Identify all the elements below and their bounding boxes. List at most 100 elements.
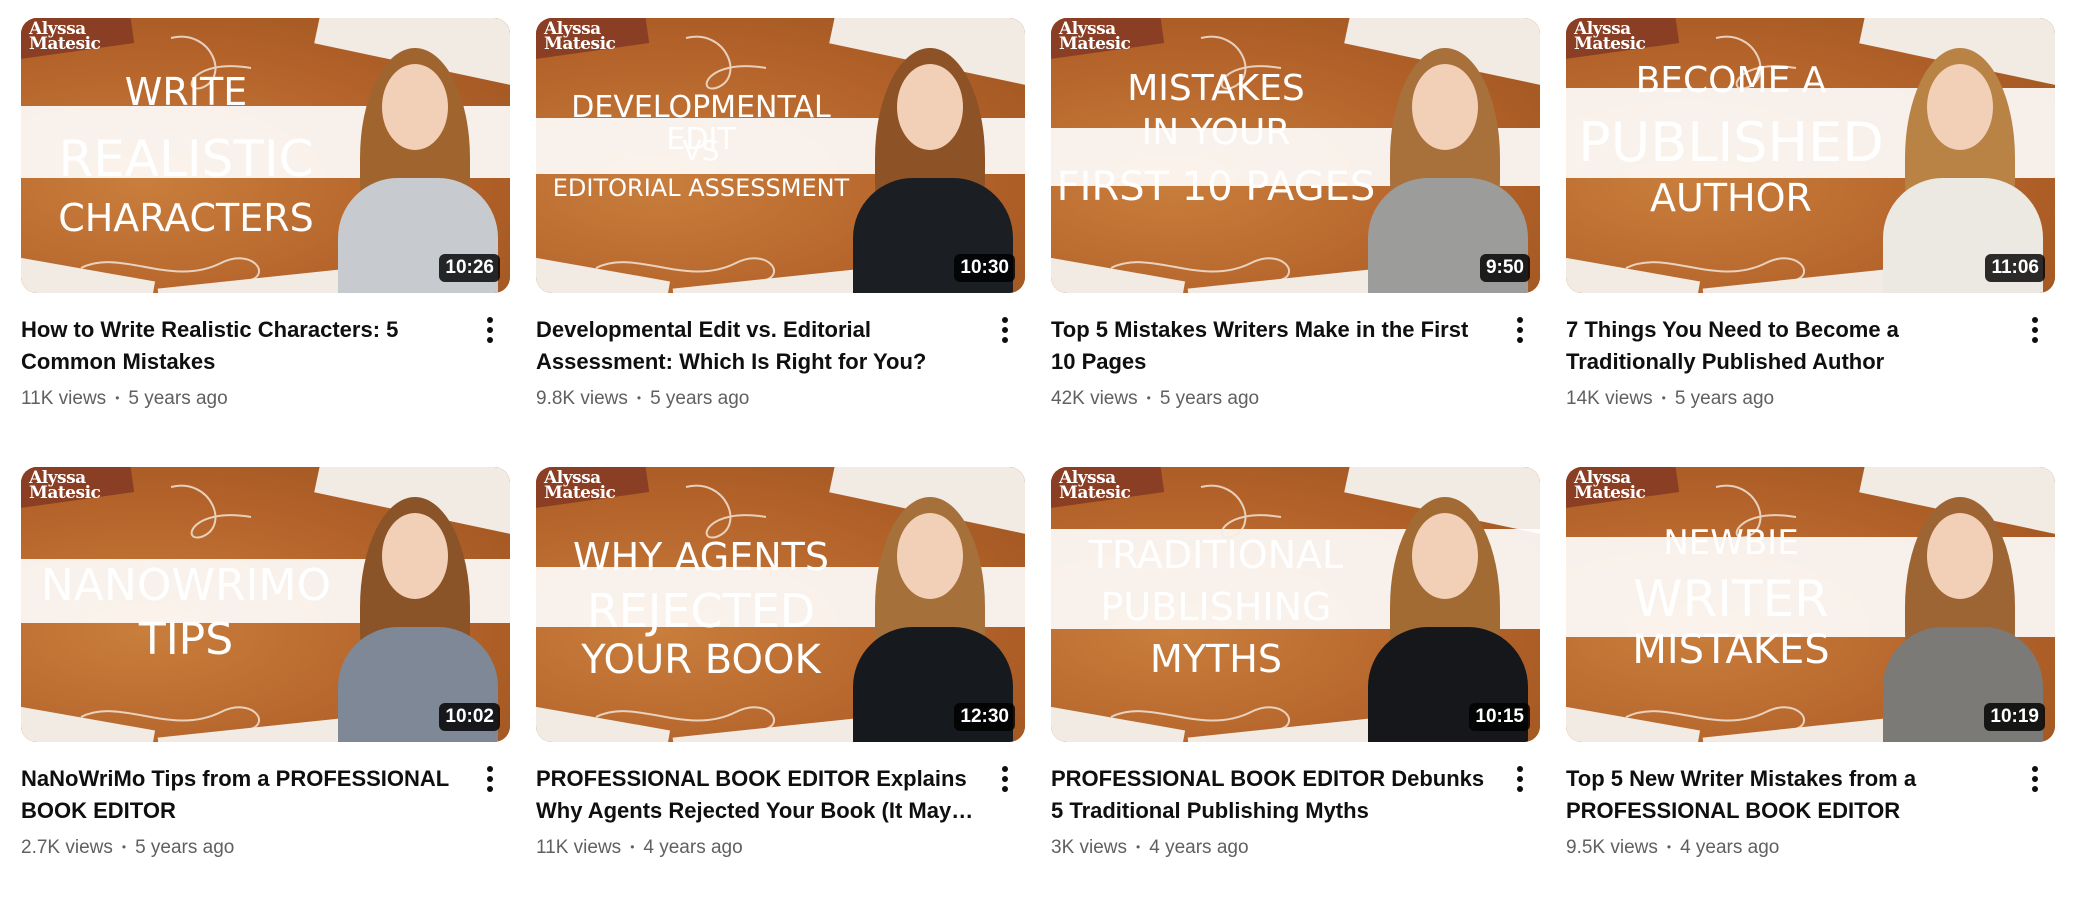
video-stats: 2.7K views • 5 years ago (21, 835, 466, 860)
upload-age: 4 years ago (643, 837, 743, 858)
more-vert-icon[interactable] (989, 763, 1021, 795)
video-thumbnail[interactable]: Alyssa Matesic WHY AGENTS REJECTED YOUR BO… (536, 467, 1025, 742)
video-card[interactable]: Alyssa Matesic TRADITIONAL PUBLISHING MYTH… (1051, 467, 1540, 897)
separator-dot: • (1136, 840, 1141, 854)
view-count: 14K views (1566, 388, 1653, 409)
video-thumbnail[interactable]: Alyssa Matesic NEWBIE WRITER MISTAKES 10:1… (1566, 467, 2055, 742)
video-stats: 11K views • 5 years ago (21, 386, 466, 411)
video-title[interactable]: PROFESSIONAL BOOK EDITOR Debunks 5 Tradi… (1051, 763, 1496, 827)
video-thumbnail[interactable]: Alyssa Matesic DEVELOPMENTAL EDIT VS EDITO… (536, 18, 1025, 293)
separator-dot: • (630, 840, 635, 854)
video-title[interactable]: 7 Things You Need to Become a Traditiona… (1566, 314, 2011, 378)
thumbnail-headline: BECOME A PUBLISHED AUTHOR (1566, 18, 1896, 293)
headline-line: WRITE (124, 70, 248, 114)
video-card[interactable]: Alyssa Matesic BECOME A PUBLISHED AUTHOR 1… (1566, 18, 2055, 448)
video-thumbnail[interactable]: Alyssa Matesic MISTAKES IN YOUR FIRST 10 P… (1051, 18, 1540, 293)
video-title[interactable]: Developmental Edit vs. Editorial Assessm… (536, 314, 981, 378)
video-thumbnail[interactable]: Alyssa Matesic TRADITIONAL PUBLISHING MYTH… (1051, 467, 1540, 742)
headline-line: PUBLISHING (1100, 585, 1332, 629)
headline-line: REJECTED (586, 584, 816, 638)
video-thumbnail[interactable]: Alyssa Matesic BECOME A PUBLISHED AUTHOR 1… (1566, 18, 2055, 293)
headline-line: YOUR BOOK (581, 637, 821, 683)
view-count: 9.5K views (1566, 837, 1658, 858)
duration-badge: 10:15 (1469, 703, 1530, 731)
headline-line: TIPS (138, 614, 234, 665)
separator-dot: • (1666, 840, 1672, 854)
separator-dot: • (1661, 391, 1666, 405)
headline-line: MISTAKES (1127, 68, 1305, 109)
video-title[interactable]: Top 5 Mistakes Writers Make in the First… (1051, 314, 1496, 378)
upload-age: 5 years ago (1674, 388, 1775, 409)
upload-age: 5 years ago (1159, 388, 1260, 409)
headline-line: NANOWRIMO (40, 560, 332, 611)
separator-dot: • (1146, 391, 1151, 405)
thumbnail-headline: MISTAKES IN YOUR FIRST 10 PAGES (1051, 18, 1381, 293)
headline-line: TRADITIONAL (1088, 533, 1344, 577)
view-count: 3K views (1051, 837, 1128, 858)
video-card[interactable]: Alyssa Matesic DEVELOPMENTAL EDIT VS EDITO… (536, 18, 1025, 448)
headline-line: WRITER (1633, 570, 1829, 628)
headline-line: MYTHS (1150, 637, 1282, 681)
duration-badge: 10:26 (439, 254, 500, 282)
thumbnail-headline: NANOWRIMO TIPS (21, 467, 351, 742)
duration-badge: 11:06 (1985, 254, 2045, 282)
headline-line: AUTHOR (1650, 176, 1812, 220)
headline-line: BECOME A (1635, 60, 1827, 101)
view-count: 9.8K views (536, 388, 628, 409)
separator-dot: • (115, 391, 120, 405)
video-thumbnail[interactable]: Alyssa Matesic NANOWRIMO TIPS 10:02 (21, 467, 510, 742)
headline-line: MISTAKES (1632, 627, 1830, 673)
headline-line: VS (682, 134, 720, 167)
video-card[interactable]: Alyssa Matesic NANOWRIMO TIPS 10:02 NaNoW… (21, 467, 510, 897)
more-vert-icon[interactable] (989, 314, 1021, 346)
upload-age: 5 years ago (650, 388, 750, 409)
duration-badge: 10:19 (1984, 703, 2045, 731)
thumbnail-headline: TRADITIONAL PUBLISHING MYTHS (1051, 467, 1381, 742)
duration-badge: 10:02 (439, 703, 500, 731)
video-card[interactable]: Alyssa Matesic WHY AGENTS REJECTED YOUR BO… (536, 467, 1025, 897)
video-title[interactable]: Top 5 New Writer Mistakes from a PROFESS… (1566, 763, 2011, 827)
duration-badge: 12:30 (954, 703, 1015, 731)
separator-dot: • (121, 840, 127, 854)
upload-age: 5 years ago (128, 388, 228, 409)
thumbnail-headline: NEWBIE WRITER MISTAKES (1566, 467, 1896, 742)
video-card[interactable]: Alyssa Matesic WRITE REALISTIC CHARACTERS … (21, 18, 510, 448)
more-vert-icon[interactable] (1504, 763, 1536, 795)
video-stats: 9.8K views • 5 years ago (536, 386, 981, 411)
video-title[interactable]: How to Write Realistic Characters: 5 Com… (21, 314, 466, 378)
video-title[interactable]: NaNoWriMo Tips from a PROFESSIONAL BOOK … (21, 763, 466, 827)
more-vert-icon[interactable] (2019, 314, 2051, 346)
video-card[interactable]: Alyssa Matesic MISTAKES IN YOUR FIRST 10 P… (1051, 18, 1540, 448)
duration-badge: 9:50 (1479, 254, 1530, 282)
thumbnail-headline: WRITE REALISTIC CHARACTERS (21, 18, 351, 293)
more-vert-icon[interactable] (2019, 763, 2051, 795)
video-stats: 11K views • 4 years ago (536, 835, 981, 860)
video-stats: 14K views • 5 years ago (1566, 386, 2011, 411)
video-stats: 42K views • 5 years ago (1051, 386, 1496, 411)
video-thumbnail[interactable]: Alyssa Matesic WRITE REALISTIC CHARACTERS … (21, 18, 510, 293)
more-vert-icon[interactable] (474, 314, 506, 346)
view-count: 11K views (536, 837, 622, 858)
video-stats: 9.5K views • 4 years ago (1566, 835, 2011, 860)
headline-line: FIRST 10 PAGES (1056, 164, 1376, 210)
headline-line: IN YOUR (1141, 112, 1291, 153)
separator-dot: • (636, 391, 642, 405)
headline-line: NEWBIE (1663, 523, 1799, 563)
upload-age: 5 years ago (135, 837, 235, 858)
thumbnail-headline: DEVELOPMENTAL EDIT VS EDITORIAL ASSESSMENT (536, 18, 866, 293)
headline-line: PUBLISHED (1578, 111, 1884, 174)
video-title[interactable]: PROFESSIONAL BOOK EDITOR Explains Why Ag… (536, 763, 981, 827)
video-grid: Alyssa Matesic WRITE REALISTIC CHARACTERS … (21, 18, 2055, 897)
headline-line: REALISTIC (58, 130, 314, 188)
more-vert-icon[interactable] (1504, 314, 1536, 346)
duration-badge: 10:30 (954, 254, 1015, 282)
headline-line: EDITORIAL ASSESSMENT (552, 174, 850, 202)
view-count: 11K views (21, 388, 107, 409)
more-vert-icon[interactable] (474, 763, 506, 795)
view-count: 42K views (1051, 388, 1138, 409)
upload-age: 4 years ago (1680, 837, 1780, 858)
video-stats: 3K views • 4 years ago (1051, 835, 1496, 860)
headline-line: WHY AGENTS (573, 535, 829, 579)
video-card[interactable]: Alyssa Matesic NEWBIE WRITER MISTAKES 10:1… (1566, 467, 2055, 897)
thumbnail-headline: WHY AGENTS REJECTED YOUR BOOK (536, 467, 866, 742)
